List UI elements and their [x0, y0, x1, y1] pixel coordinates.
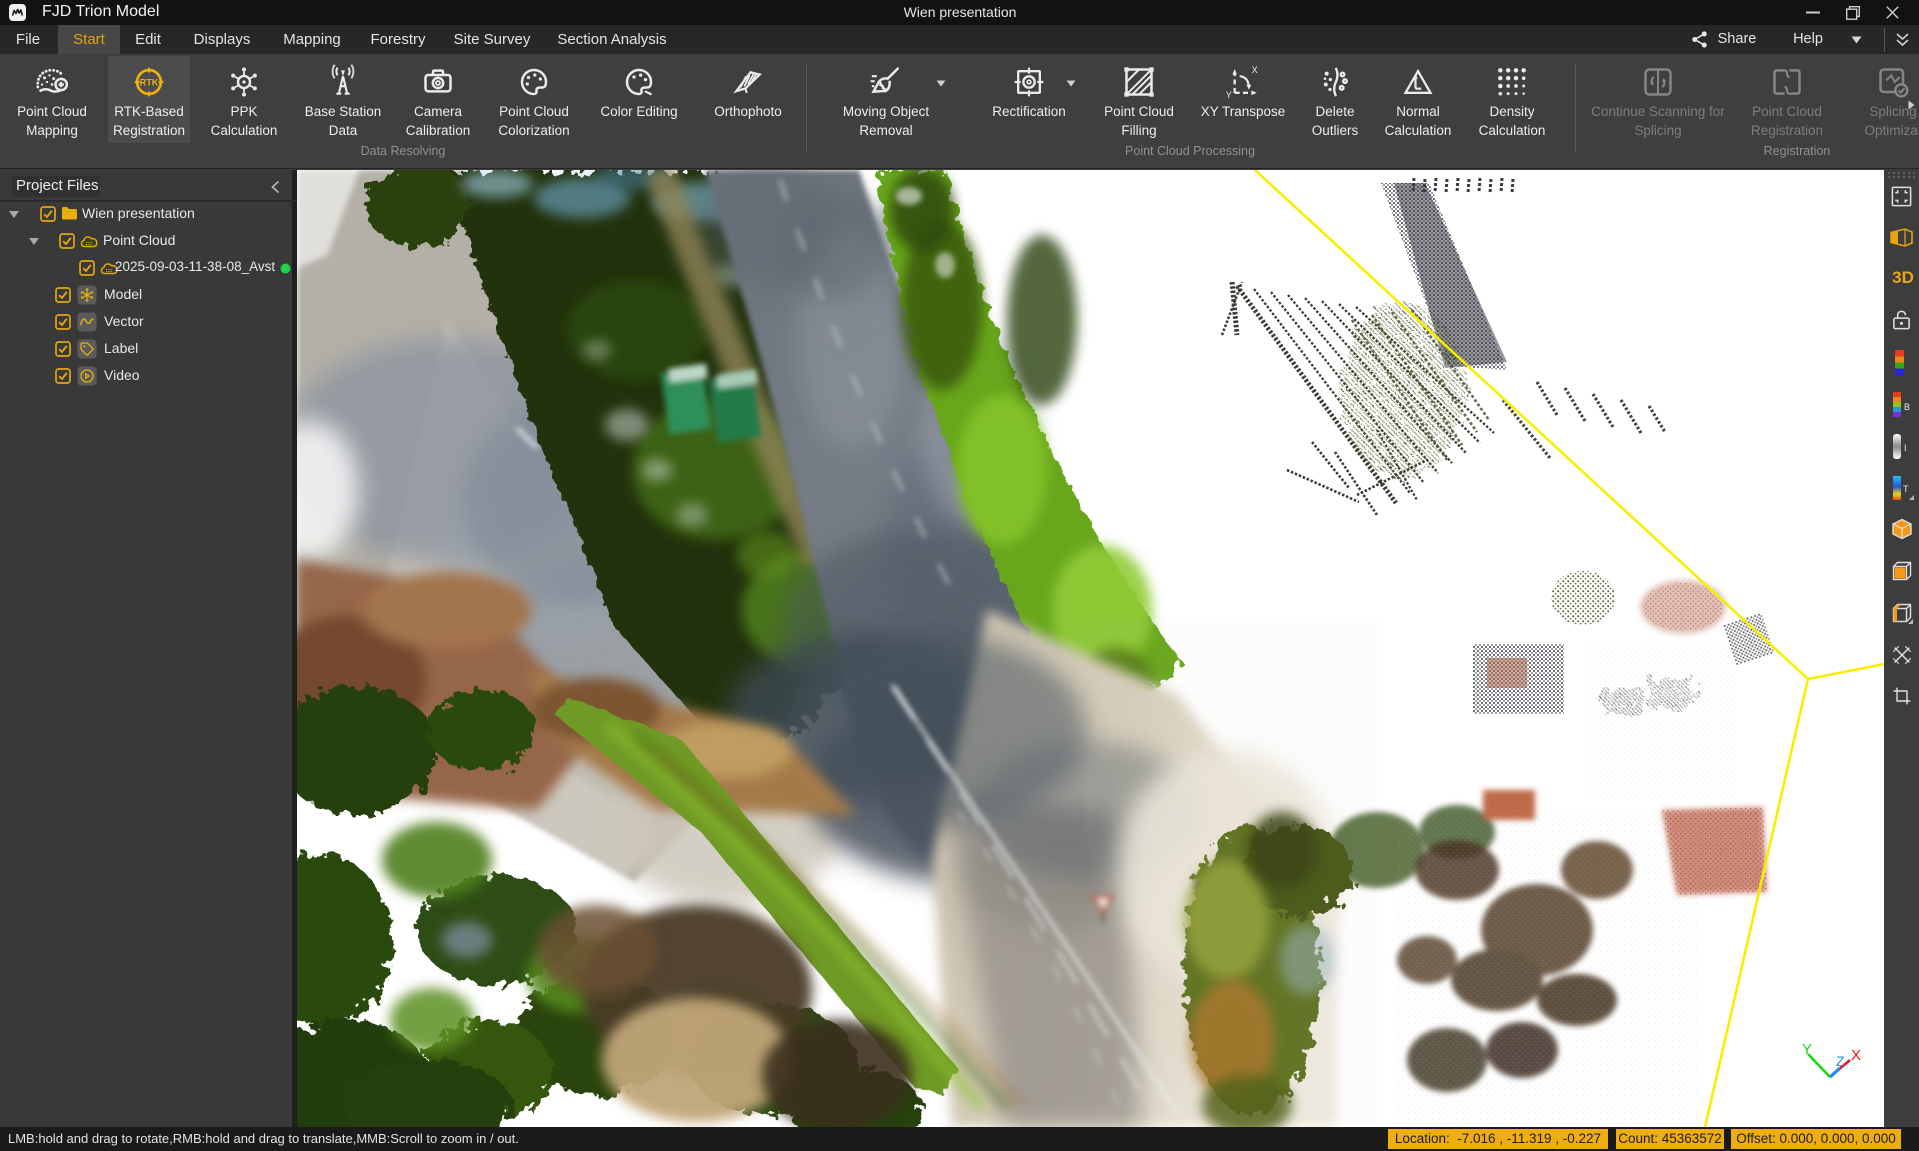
- svg-text:Y: Y: [1226, 90, 1232, 100]
- svg-text:Y: Y: [1802, 1041, 1812, 1058]
- svg-text:T: T: [1903, 484, 1909, 494]
- svg-text:B: B: [1904, 402, 1910, 412]
- svg-text:RTK: RTK: [140, 77, 159, 87]
- svg-text:X: X: [1851, 1047, 1861, 1064]
- svg-text:Z: Z: [1836, 1053, 1845, 1069]
- svg-text:I: I: [1904, 443, 1907, 453]
- svg-text:X: X: [1252, 65, 1258, 75]
